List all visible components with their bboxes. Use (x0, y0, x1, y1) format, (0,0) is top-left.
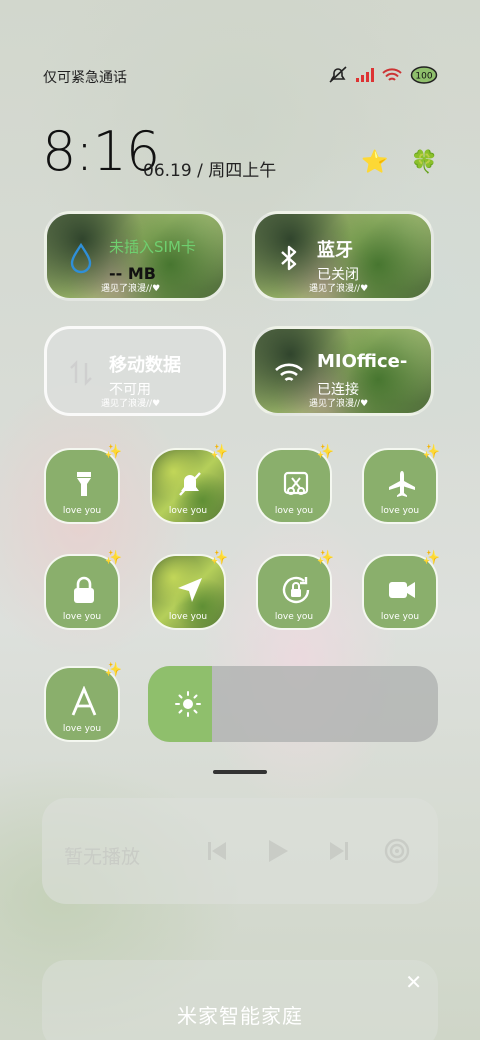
flashlight-toggle[interactable]: love you ✨ (44, 444, 122, 524)
svg-text:100: 100 (415, 72, 432, 82)
location-label: love you (168, 612, 208, 622)
mobile-data-tile-title: 移动数据 (109, 355, 181, 376)
bluetooth-icon (281, 245, 297, 271)
airplane-toggle[interactable]: love you ✨ (362, 444, 440, 524)
screenshot-toggle[interactable]: love you ✨ (256, 444, 334, 524)
bluetooth-tile-title: 蓝牙 (317, 240, 353, 261)
sun-icon (175, 691, 201, 717)
lock-toggle[interactable]: love you ✨ (44, 550, 122, 630)
close-icon[interactable]: ✕ (405, 970, 422, 994)
bell-off-icon (179, 472, 201, 496)
bluetooth-tile-foot: 遇见了浪漫//♥ (309, 284, 369, 294)
lock-icon (74, 576, 94, 603)
wifi-icon (275, 363, 303, 382)
wifi-tile[interactable]: MIOffice- 已连接 遇见了浪漫//♥ (252, 326, 434, 416)
mute-icon (329, 66, 347, 83)
sim-data-tile[interactable]: 未插入SIM卡 -- MB 遇见了浪漫//♥ (44, 211, 226, 301)
rotation-lock-icon (282, 576, 310, 604)
mobile-data-tile[interactable]: 移动数据 不可用 遇见了浪漫//♥ (44, 326, 226, 416)
sparkle-icon: ✨ (422, 444, 440, 460)
silent-label: love you (168, 506, 208, 516)
location-arrow-icon (178, 578, 202, 602)
smart-home-card[interactable]: ✕ 米家智能家庭 (42, 960, 438, 1040)
video-camera-icon (389, 582, 415, 598)
smart-home-title: 米家智能家庭 (177, 1004, 303, 1028)
sparkle-icon: ✨ (104, 550, 122, 566)
screen-record-label: love you (380, 612, 420, 622)
mobile-data-tile-foot: 遇见了浪漫//♥ (101, 399, 161, 409)
rotation-lock-label: love you (274, 612, 314, 622)
media-player-card[interactable]: 暂无播放 (42, 798, 438, 904)
star-icon[interactable]: ⭐ (361, 150, 388, 175)
carrier-text: 仅可紧急通话 (43, 70, 127, 86)
sparkle-icon: ✨ (210, 444, 228, 460)
signal-icon (356, 68, 374, 82)
status-icons: 100 (328, 66, 438, 84)
status-bar (0, 0, 480, 60)
play-icon[interactable] (264, 838, 290, 864)
clock-time: 8:16 (42, 120, 160, 183)
battery-icon: 100 (410, 66, 438, 84)
cast-icon[interactable] (384, 838, 410, 864)
auto-brightness-label: love you (62, 724, 102, 734)
sparkle-icon: ✨ (210, 550, 228, 566)
screen-record-toggle[interactable]: love you ✨ (362, 550, 440, 630)
sim-tile-title: 未插入SIM卡 (109, 238, 196, 256)
sim-tile-foot: 遇见了浪漫//♥ (101, 284, 161, 294)
sparkle-icon: ✨ (104, 662, 122, 678)
water-drop-icon (70, 242, 92, 274)
rotation-lock-toggle[interactable]: love you ✨ (256, 550, 334, 630)
next-track-icon[interactable] (326, 838, 352, 864)
sparkle-icon: ✨ (316, 444, 334, 460)
data-arrows-icon (70, 360, 92, 386)
letter-a-icon (71, 686, 97, 716)
bluetooth-tile[interactable]: 蓝牙 已关闭 遇见了浪漫//♥ (252, 211, 434, 301)
wifi-status-icon (382, 67, 402, 81)
clock-date: 06.19 / 周四上午 (143, 161, 277, 181)
drag-handle[interactable] (213, 770, 267, 774)
silent-toggle[interactable]: love you ✨ (150, 444, 228, 524)
location-toggle[interactable]: love you ✨ (150, 550, 228, 630)
flashlight-label: love you (62, 506, 102, 516)
sparkle-icon: ✨ (422, 550, 440, 566)
wifi-tile-title: MIOffice- (317, 351, 408, 372)
lock-label: love you (62, 612, 102, 622)
airplane-label: love you (380, 506, 420, 516)
brightness-slider[interactable] (148, 666, 438, 742)
airplane-icon (389, 471, 415, 497)
sparkle-icon: ✨ (316, 550, 334, 566)
auto-brightness-toggle[interactable]: love you ✨ (44, 662, 122, 742)
media-title: 暂无播放 (64, 846, 141, 868)
sparkle-icon: ✨ (104, 444, 122, 460)
clover-icon[interactable]: 🍀 (411, 150, 438, 175)
previous-track-icon[interactable] (204, 838, 230, 864)
screenshot-label: love you (274, 506, 314, 516)
wifi-tile-foot: 遇见了浪漫//♥ (309, 399, 369, 409)
flashlight-icon (77, 472, 91, 496)
scissors-icon (283, 471, 309, 495)
